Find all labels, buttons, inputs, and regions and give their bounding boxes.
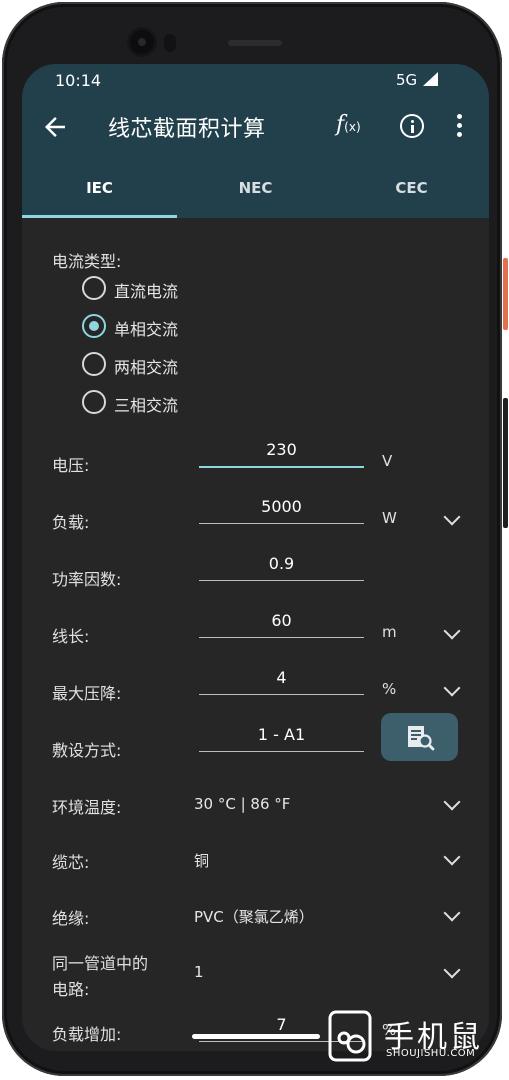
signal-icon <box>423 72 438 86</box>
install-method-lookup-button[interactable] <box>381 713 458 761</box>
form-content: 电流类型: 直流电流 单相交流 两相交流 三相交流 电压: V 负载 <box>22 218 489 1051</box>
radio-button[interactable] <box>82 276 106 300</box>
power-factor-label: 功率因数: <box>52 570 122 589</box>
circuits-chevron-down-icon[interactable] <box>443 961 461 979</box>
length-label: 线长: <box>52 627 90 646</box>
gesture-nav-handle[interactable] <box>192 1034 320 1039</box>
load-unit: W <box>382 509 397 527</box>
install-method-input[interactable] <box>199 717 364 752</box>
app-bar: 线芯截面积计算 f(x) <box>22 96 489 158</box>
tab-bar: IEC NEC CEC <box>22 158 489 218</box>
max-drop-input[interactable] <box>199 660 364 695</box>
tab-iec[interactable]: IEC <box>22 158 177 218</box>
formula-icon-sub: (x) <box>344 120 361 134</box>
earpiece-speaker <box>228 40 282 46</box>
ambient-temp-select[interactable]: 30 °C | 86 °F <box>194 795 290 813</box>
status-bar: 10:14 5G <box>22 64 489 96</box>
length-unit-chevron-down-icon[interactable] <box>443 622 461 640</box>
front-camera <box>130 30 154 54</box>
status-time: 10:14 <box>55 71 102 90</box>
current-type-label: 电流类型: <box>52 252 122 271</box>
length-input[interactable] <box>199 603 364 638</box>
load-unit-chevron-down-icon[interactable] <box>443 508 461 526</box>
insulation-label: 绝缘: <box>52 909 90 928</box>
radio-button[interactable] <box>82 390 106 414</box>
radio-label: 三相交流 <box>114 396 179 415</box>
conductor-label: 缆芯: <box>52 853 90 872</box>
network-label: 5G <box>396 71 418 89</box>
ambient-temp-label: 环境温度: <box>52 798 122 817</box>
length-unit: m <box>382 623 397 641</box>
formula-icon: f <box>336 112 345 137</box>
radio-label: 单相交流 <box>114 320 179 339</box>
insulation-chevron-down-icon[interactable] <box>443 904 461 922</box>
camera-sensor <box>164 34 176 52</box>
document-search-icon <box>408 726 435 751</box>
circuits-label-line2: 电路: <box>52 980 90 999</box>
insulation-select[interactable]: PVC（聚氯乙烯） <box>194 906 314 927</box>
voltage-label: 电压: <box>52 456 90 475</box>
radio-button[interactable] <box>82 352 106 376</box>
max-drop-label: 最大压降: <box>52 684 122 703</box>
max-drop-unit: % <box>382 680 397 698</box>
radio-label: 直流电流 <box>114 282 179 301</box>
back-arrow-icon[interactable] <box>40 112 70 142</box>
voltage-unit: V <box>382 452 393 470</box>
load-increase-label: 负载增加: <box>52 1025 122 1044</box>
screen: 10:14 5G 线芯截面积计算 f(x) IEC NEC CEC 电流类型: … <box>22 64 489 1051</box>
radio-label: 两相交流 <box>114 358 179 377</box>
circuits-label-line1: 同一管道中的 <box>52 954 149 973</box>
watermark-mouse-logo-icon <box>328 1010 372 1062</box>
phone-frame: 10:14 5G 线芯截面积计算 f(x) IEC NEC CEC 电流类型: … <box>2 2 502 1076</box>
watermark-subtext: SHOUJISHU.COM <box>386 1048 476 1059</box>
formula-button[interactable]: f(x) <box>336 112 361 137</box>
info-icon[interactable] <box>400 114 424 138</box>
volume-button <box>503 398 508 528</box>
page-title: 线芯截面积计算 <box>108 117 266 142</box>
load-label: 负载: <box>52 513 90 532</box>
power-button <box>503 258 508 330</box>
radio-button-checked[interactable] <box>82 314 106 338</box>
ambient-temp-chevron-down-icon[interactable] <box>443 793 461 811</box>
circuits-select[interactable]: 1 <box>194 963 204 981</box>
conductor-chevron-down-icon[interactable] <box>443 848 461 866</box>
load-input[interactable] <box>199 489 364 524</box>
conductor-select[interactable]: 铜 <box>194 850 209 871</box>
tab-cec[interactable]: CEC <box>334 158 489 218</box>
voltage-input[interactable] <box>199 432 364 468</box>
more-options-icon[interactable] <box>454 114 464 140</box>
max-drop-unit-chevron-down-icon[interactable] <box>443 679 461 697</box>
install-method-label: 敷设方式: <box>52 741 122 760</box>
tab-nec[interactable]: NEC <box>178 158 333 218</box>
power-factor-input[interactable] <box>199 546 364 581</box>
watermark: 手机鼠 SHOUJISHU.COM <box>322 1008 492 1070</box>
